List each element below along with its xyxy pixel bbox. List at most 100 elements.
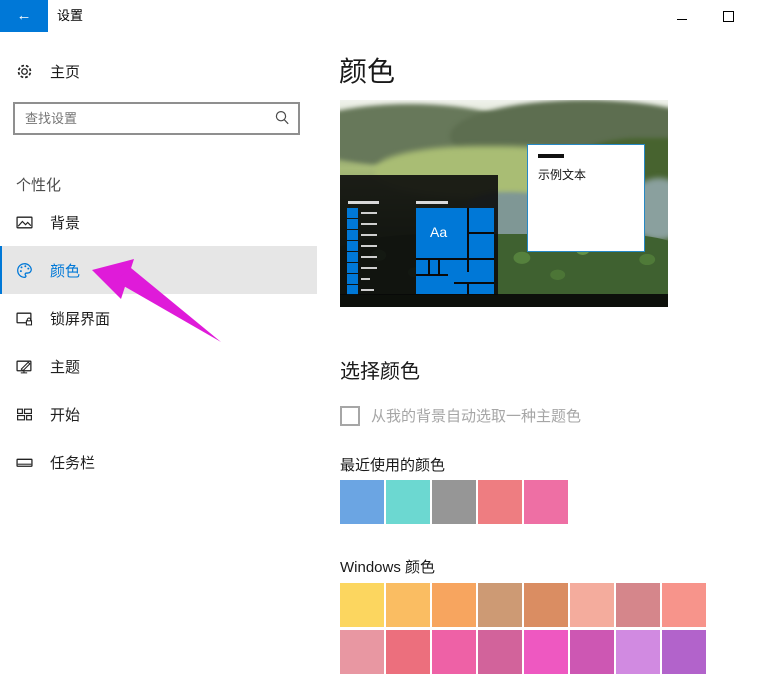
mini-tile	[347, 263, 358, 273]
maximize-button[interactable]	[705, 0, 751, 32]
color-swatch[interactable]	[478, 583, 522, 627]
color-swatch[interactable]	[524, 583, 568, 627]
sample-window-text: 示例文本	[538, 166, 586, 183]
sidebar-nav: 背景 颜色 锁屏界面	[0, 198, 317, 486]
sample-window-title-line	[538, 154, 564, 158]
recent-colors-row	[340, 480, 568, 524]
sidebar-item-label: 颜色	[50, 260, 80, 281]
palette-icon	[16, 262, 33, 279]
tile-divider	[438, 258, 440, 274]
lock-screen-icon	[16, 310, 33, 327]
sidebar-item-label: 背景	[50, 212, 80, 233]
sidebar-item-start[interactable]: 开始	[0, 390, 317, 438]
windows-colors-row	[340, 630, 706, 674]
color-swatch[interactable]	[432, 583, 476, 627]
taskbar-icon	[16, 454, 33, 471]
sidebar-section-personalization: 个性化	[16, 174, 61, 195]
sidebar-item-label: 主页	[50, 61, 80, 82]
settings-sidebar: 主页 个性化 背景 颜色	[0, 32, 317, 655]
themes-icon	[16, 358, 33, 375]
windows-colors-label: Windows 颜色	[340, 556, 435, 577]
menu-line	[361, 223, 377, 225]
gear-icon	[16, 63, 33, 80]
back-button[interactable]: ←	[0, 0, 48, 32]
color-swatch[interactable]	[524, 480, 568, 524]
sidebar-item-themes[interactable]: 主题	[0, 342, 317, 390]
menu-line	[361, 234, 377, 236]
menu-line	[361, 267, 377, 269]
sidebar-item-taskbar[interactable]: 任务栏	[0, 438, 317, 486]
tile-divider	[467, 232, 494, 234]
mini-tile	[347, 208, 358, 218]
auto-accent-row: 从我的背景自动选取一种主题色	[340, 405, 581, 426]
image-icon	[16, 214, 33, 231]
color-swatch[interactable]	[524, 630, 568, 674]
mini-tile	[347, 252, 358, 262]
start-icon	[16, 406, 33, 423]
color-swatch[interactable]	[616, 583, 660, 627]
color-swatch[interactable]	[340, 480, 384, 524]
mini-tile	[347, 219, 358, 229]
accent-tile-label: Aa	[430, 224, 447, 240]
sidebar-item-label: 锁屏界面	[50, 308, 110, 329]
auto-accent-label: 从我的背景自动选取一种主题色	[371, 405, 581, 426]
start-menu-labels	[361, 210, 379, 295]
search-icon[interactable]	[273, 109, 291, 127]
minimize-button[interactable]	[659, 0, 705, 32]
color-swatch[interactable]	[432, 630, 476, 674]
color-preview-image: Aa 示例文本	[340, 100, 668, 307]
tile-divider	[454, 282, 494, 284]
start-menu-header-line	[348, 201, 379, 204]
sidebar-item-background[interactable]: 背景	[0, 198, 317, 246]
app-title: 设置	[57, 0, 83, 32]
color-swatch[interactable]	[386, 480, 430, 524]
windows-colors-grid	[340, 583, 706, 674]
color-swatch[interactable]	[616, 630, 660, 674]
maximize-icon	[723, 11, 734, 22]
taskbar-preview	[340, 294, 668, 307]
tile-divider	[416, 274, 448, 276]
sidebar-item-label: 任务栏	[50, 452, 95, 473]
color-swatch[interactable]	[478, 480, 522, 524]
color-swatch[interactable]	[570, 630, 614, 674]
color-swatch[interactable]	[662, 583, 706, 627]
mini-tile	[347, 241, 358, 251]
tile-divider	[467, 208, 469, 272]
start-tiles-header-line	[416, 201, 448, 204]
color-swatch[interactable]	[386, 630, 430, 674]
menu-line	[361, 289, 374, 291]
minimize-icon	[677, 19, 687, 20]
auto-accent-checkbox[interactable]	[340, 406, 360, 426]
sidebar-item-label: 主题	[50, 356, 80, 377]
search-input[interactable]	[13, 102, 300, 135]
menu-line	[361, 245, 377, 247]
start-menu-app-list	[347, 208, 358, 295]
start-menu-tiles: Aa	[416, 208, 494, 294]
color-swatch[interactable]	[432, 480, 476, 524]
title-bar: ← 设置	[0, 0, 768, 32]
color-swatch[interactable]	[386, 583, 430, 627]
sidebar-item-home[interactable]: 主页	[0, 55, 317, 87]
choose-color-heading: 选择颜色	[340, 355, 420, 384]
menu-line	[361, 212, 377, 214]
window-controls	[659, 0, 751, 32]
sidebar-item-colors[interactable]: 颜色	[0, 246, 317, 294]
tile-divider	[428, 258, 430, 274]
sidebar-item-label: 开始	[50, 404, 80, 425]
sidebar-item-lock-screen[interactable]: 锁屏界面	[0, 294, 317, 342]
windows-colors-row	[340, 583, 706, 627]
color-swatch[interactable]	[478, 630, 522, 674]
color-swatch[interactable]	[662, 630, 706, 674]
color-swatch[interactable]	[340, 630, 384, 674]
color-swatch[interactable]	[570, 583, 614, 627]
menu-line	[361, 278, 370, 280]
tile-divider	[467, 282, 469, 294]
menu-line	[361, 256, 377, 258]
page-title: 颜色	[339, 50, 395, 90]
color-swatch[interactable]	[340, 583, 384, 627]
recent-colors-label: 最近使用的颜色	[340, 454, 445, 475]
mini-tile	[347, 274, 358, 284]
search-box	[13, 102, 300, 135]
sample-window-preview: 示例文本	[527, 144, 645, 252]
mini-tile	[347, 230, 358, 240]
